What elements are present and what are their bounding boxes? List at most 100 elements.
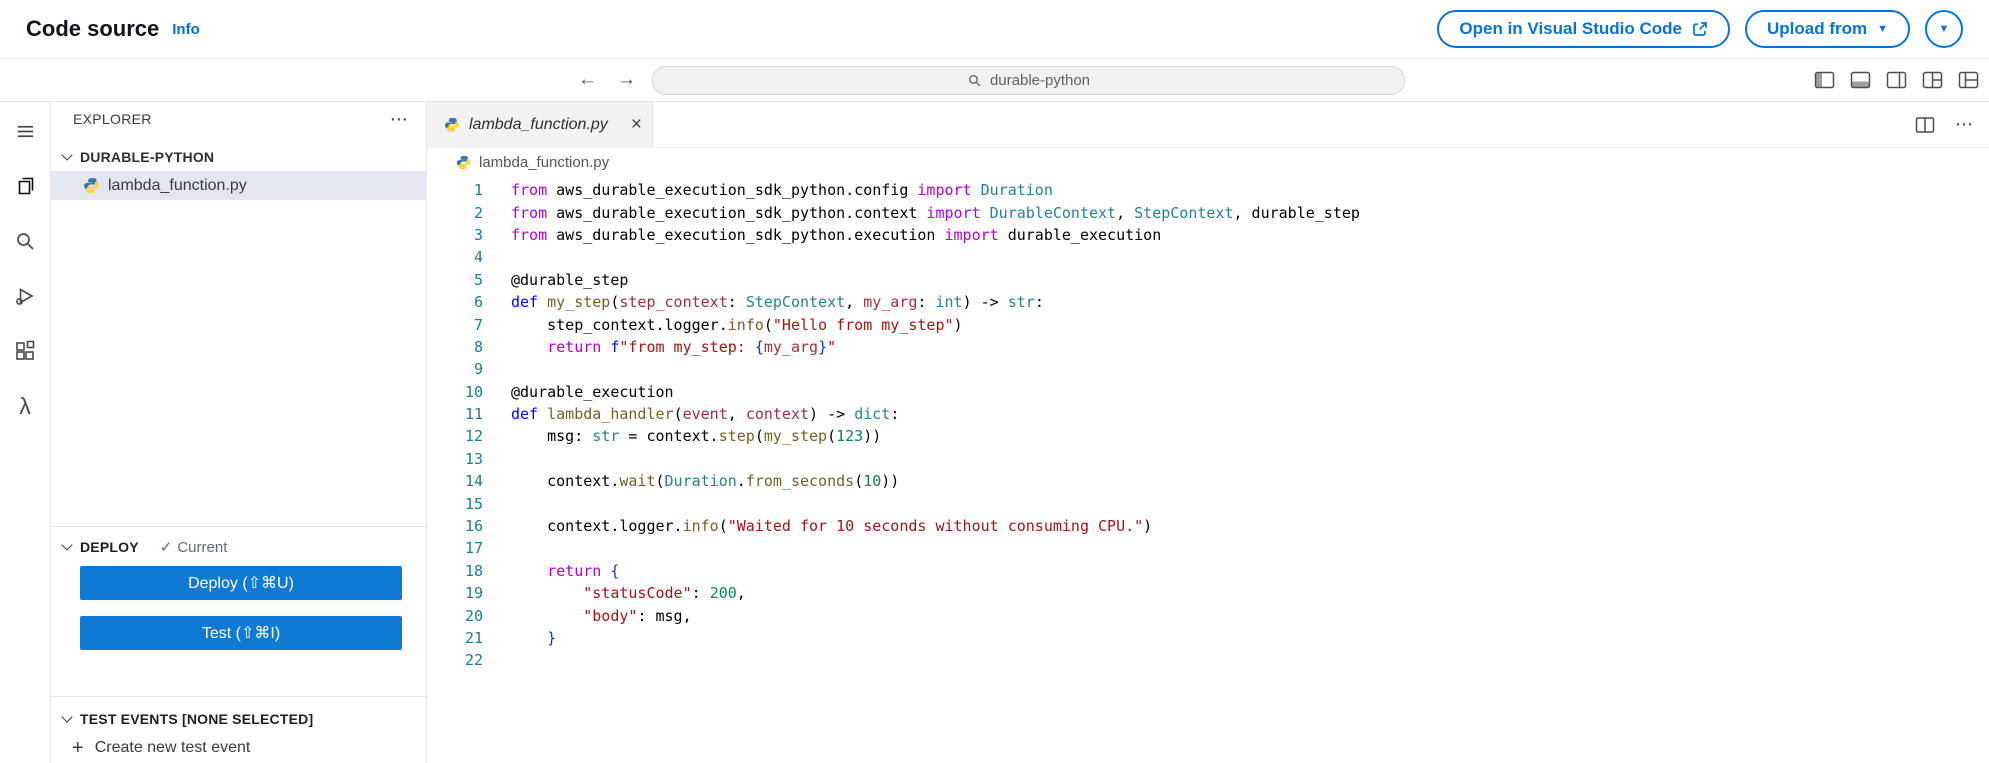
code-token: ) -> [962,293,1008,312]
code-text[interactable]: from aws_durable_execution_sdk_python.co… [511,204,1360,222]
run-debug-activity-button[interactable] [4,275,46,317]
line-number: 13 [464,449,483,468]
code-text[interactable]: "body": msg, [511,607,691,625]
code-line[interactable]: 16 context.logger.info("Waited for 10 se… [427,515,1839,537]
run-debug-icon [13,284,37,308]
file-tree: DURABLE-PYTHON lambda_function.py [51,136,426,526]
line-number: 21 [464,629,483,647]
code-text[interactable]: context.wait(Duration.from_seconds(10)) [511,472,899,490]
code-line[interactable]: 6 def my_step(step_context: StepContext, … [427,291,1839,313]
code-token: { [754,337,764,356]
test-button[interactable]: Test (⇧⌘I) [80,616,402,650]
line-number: 3 [473,225,483,244]
deploy-section-title: DEPLOY [80,539,139,555]
code-token: aws_durable_execution_sdk_python.context [556,203,927,222]
customize-layout-icon[interactable] [1922,71,1943,89]
open-in-vscode-button[interactable]: Open in Visual Studio Code [1437,10,1730,48]
info-link[interactable]: Info [172,21,200,38]
create-test-event-row[interactable]: + Create new test event [51,734,426,762]
back-arrow-icon[interactable]: ← [578,69,597,91]
code-text[interactable]: } [511,629,556,647]
code-token: . [736,472,746,491]
code-text[interactable]: step_context.logger.info("Hello from my_… [511,315,962,334]
code-text[interactable]: return f"from my_step: {my_arg}" [511,338,836,356]
toggle-secondary-sidebar-icon[interactable] [1886,71,1907,89]
code-line[interactable]: 19 "statusCode": 200, [427,582,1839,604]
more-icon[interactable]: ⋯ [390,109,408,130]
code-text[interactable]: return { [511,562,619,580]
code-line[interactable]: 18 return { [427,560,1839,582]
upload-from-button[interactable]: Upload from ▼ [1745,10,1910,48]
code-text[interactable]: from aws_durable_execution_sdk_python.co… [511,181,1053,199]
explorer-activity-button[interactable] [4,165,46,207]
code-text[interactable]: context.logger.info("Waited for 10 secon… [511,517,1152,535]
tab-label: lambda_function.py [469,115,608,133]
minimap[interactable]: from aws_durable_execution_sdk_python.co… [1854,181,1958,256]
code-line[interactable]: 14 context.wait(Duration.from_seconds(10… [427,470,1839,492]
file-row-lambda-function[interactable]: lambda_function.py [51,171,426,200]
code-line[interactable]: 7 step_context.logger.info("Hello from m… [427,313,1839,335]
code-line[interactable]: 22 [427,649,1839,671]
forward-arrow-icon[interactable]: → [617,69,636,91]
close-icon[interactable]: × [631,114,642,136]
code-line[interactable]: 4 [427,246,1839,268]
code-text[interactable]: def lambda_handler(event, context) -> di… [511,405,899,423]
code-token: 10 [863,472,882,491]
code-line[interactable]: 9 [427,358,1839,380]
code-token: , [1116,203,1135,222]
code-token: ( [827,427,837,446]
code-text[interactable]: def my_step(step_context: StepContext, m… [511,293,1044,311]
split-editor-icon[interactable] [1915,116,1935,134]
code-token: @durable_step [511,270,629,289]
files-icon [13,174,37,198]
aws-lambda-activity-button[interactable]: λ [4,385,46,427]
workspace-folder-row[interactable]: DURABLE-PYTHON [51,142,426,171]
extensions-activity-button[interactable] [4,330,46,372]
code-line[interactable]: 1 from aws_durable_execution_sdk_python.c… [427,179,1839,201]
code-token: info [727,315,764,334]
code-line[interactable]: 5 @durable_step [427,269,1839,291]
tab-lambda-function[interactable]: lambda_function.py × [427,102,653,147]
code-token: info [682,517,719,536]
toggle-panel-icon[interactable] [1850,71,1871,89]
code-line[interactable]: 11 def lambda_handler(event, context) -> … [427,403,1839,425]
code-line[interactable]: 20 "body": msg, [427,604,1839,626]
code-text[interactable]: msg: str = context.step(my_step(123)) [511,427,881,445]
code-token: durable_step [1251,203,1360,222]
more-icon[interactable]: ⋯ [1955,114,1973,135]
more-actions-button[interactable]: ▼ [1925,10,1963,48]
deploy-status-label: Current [177,538,228,556]
code-line[interactable]: 21 } [427,627,1839,649]
deploy-section: DEPLOY ✓ Current Deploy (⇧⌘U) Test (⇧⌘I) [51,526,426,696]
explorer-sidebar: EXPLORER ⋯ DURABLE-PYTHON lambda_functio… [51,102,427,763]
test-events-section-header[interactable]: TEST EVENTS [NONE SELECTED] [51,704,426,734]
code-text[interactable]: @durable_execution [511,383,674,401]
search-command-center[interactable]: durable-python [652,65,1405,95]
line-number: 14 [464,472,483,491]
toggle-primary-sidebar-icon[interactable] [1814,71,1835,89]
code-line[interactable]: 12 msg: str = context.step(my_step(123)) [427,425,1839,447]
code-line[interactable]: 8 return f"from my_step: {my_arg}" [427,336,1839,358]
code-token: import [944,225,1008,244]
code-line[interactable]: 17 [427,537,1839,559]
deploy-button[interactable]: Deploy (⇧⌘U) [80,566,402,600]
code-line[interactable]: 15 [427,492,1839,514]
code-line[interactable]: 13 [427,448,1839,470]
search-activity-button[interactable] [4,220,46,262]
breadcrumb[interactable]: lambda_function.py [427,148,1989,177]
code-token: msg [511,427,575,446]
code-line[interactable]: 10 @durable_execution [427,381,1839,403]
editor-layout-icon[interactable] [1958,71,1979,89]
code-text[interactable]: "statusCode": 200, [511,584,746,602]
code-token: " [827,337,837,356]
code-line[interactable]: 2 from aws_durable_execution_sdk_python.c… [427,201,1839,223]
chevron-down-icon [61,539,73,551]
menu-button[interactable] [4,110,46,152]
line-number: 15 [464,494,483,513]
code-text[interactable]: @durable_step [511,271,628,289]
deploy-section-header[interactable]: DEPLOY ✓ Current [51,532,426,562]
explorer-title: EXPLORER [73,111,152,127]
code-text[interactable]: from aws_durable_execution_sdk_python.ex… [511,226,1161,244]
code-line[interactable]: 3 from aws_durable_execution_sdk_python.e… [427,224,1839,246]
header-actions: Open in Visual Studio Code Upload from ▼… [1437,10,1963,48]
